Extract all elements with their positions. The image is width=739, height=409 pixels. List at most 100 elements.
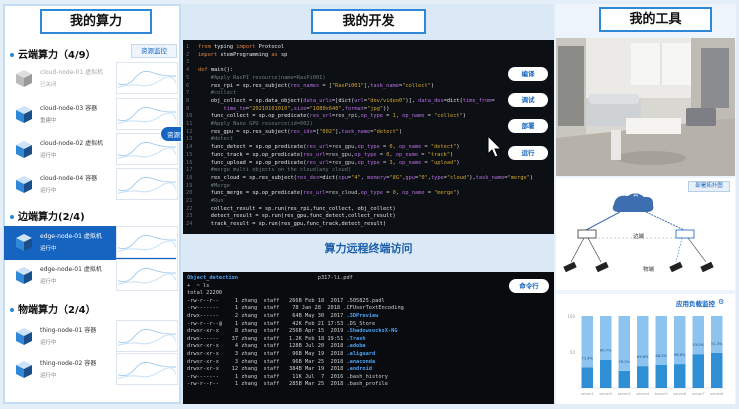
line-number: 16 [186,159,193,166]
gear-icon[interactable]: ⚙ [718,298,724,306]
line-number: 24 [186,221,193,228]
debug-button[interactable]: 调试 [508,93,548,107]
code-token: data_urls [303,97,332,104]
bar-segment [581,367,593,388]
topology-edge-label: 边端 [633,234,645,240]
code-token: op_name [402,113,425,120]
bar-data-label: 60.7% [600,349,612,353]
node-status: 运行中 [40,246,57,252]
line-number: 22 [186,205,193,212]
load-chart: 100 50 71.4% server1 60.7% server2 76.2% server… [567,314,726,396]
code-line: 11 #Apply Nano GPU resource(id=002) [186,121,554,129]
terminal-token: -rw-r--r-- 1 zhang staff 285B Mar 25 201… [187,381,347,388]
code-token: op_type [360,113,383,120]
bar-data-label: 53.0% [693,343,705,347]
terminal-token: -rw------- 1 zhang staff 11K Jul 7 2016 [187,373,347,380]
code-token: res_url [303,151,326,158]
run-button[interactable]: 运行 [508,146,548,160]
code-token: func_detect = sp.op_predicate( [198,144,307,151]
code-token: main(): [210,67,234,74]
code-token: ) [462,113,466,120]
line-number: 2 [186,51,190,58]
terminal-token: drwx------ 37 zhang staff 1.2K Feb 18 19… [187,335,347,342]
bar-segment [692,316,704,355]
command-line-button[interactable]: 命令行 [509,279,549,293]
code-token: =res_rpi, [331,113,361,120]
node-item[interactable]: cloud-node-01 虚拟机 已关闭 [4,62,178,96]
code-token: res_url [306,159,329,166]
node-item[interactable]: thing-node-01 容器 运行中 [4,320,178,354]
deploy-button[interactable]: 部署 [508,119,548,133]
code-token: dict( [446,97,463,104]
code-token: #collect [198,90,237,97]
node-item[interactable]: edge-node-01 虚拟机 运行中 [4,226,178,260]
terminal-token: drwxr-xr-x 4 zhang staff 128B Jul 20 201… [187,343,347,350]
line-number: 17 [186,167,193,174]
code-token: ) [529,174,534,181]
server-icon [16,141,32,158]
code-token: #Apply Nano GPU resource(id=002) [198,121,313,128]
line-number: 6 [186,82,190,89]
node-item[interactable]: cloud-node-04 容器 运行中 [4,168,178,202]
code-token: op_name [398,159,422,166]
x-tick-label: server3 [618,392,631,396]
code-token: Protocol [258,44,285,50]
code-token: func_merge = sp.op_predicate( [198,190,304,197]
code-line: 3 [186,59,554,67]
code-token: op_type [354,151,377,158]
node-item[interactable]: cloud-node-02 虚拟机 运行中 [4,133,178,167]
terminal-token: .adobe [346,343,366,350]
terminal-title: 算力远程终端访问 [324,242,413,255]
terminal-token: drwxr-xr-x 12 zhang staff 384B Mar 19 20… [187,366,347,373]
terminal[interactable]: Object_detection p317-li.pdf + ~ ls total … [183,272,554,404]
code-token: "merge" [434,190,457,197]
topology-graph [563,193,714,273]
code-token: op_name [398,144,422,151]
terminal-line: -rw-r--r-- 1 zhang staff 266B Feb 18 201… [187,298,550,306]
server-icon [16,106,32,123]
code-token: #Apply RasPI resource(name=RasPi001) [198,74,326,81]
code-token: res_gpu = sp.res_subject( [198,128,291,135]
node-sparkline [116,353,178,385]
code-token: task_name [370,82,399,89]
resource-monitor-button[interactable]: 资源监控 [131,44,177,58]
terminal-token: -rw-r--r-- 1 zhang staff 266B Feb 18 201… [187,297,347,304]
bar-segment [637,366,649,388]
code-token: res_cloud = sp.res_subject( [198,174,297,181]
line-number: 7 [186,90,190,97]
code-token: type [430,174,444,181]
bar-data-label: 69.6% [637,355,649,359]
code-token: func_collect = sp.op_predicate( [198,113,310,120]
code-token: res_rpi = sp.res_subject( [198,82,291,89]
node-item[interactable]: cloud-node-03 容器 重建中 [4,98,178,132]
node-status: 运行中 [40,279,57,285]
line-number: 14 [186,144,193,151]
node-name: edge-node-01 虚拟机 [40,233,102,240]
code-token: = [421,159,431,166]
line-number: 3 [186,59,190,66]
bar-data-label: 71.4% [582,356,594,360]
x-tick-label: server5 [655,392,668,396]
code-token: "upload" [430,159,457,166]
terminal-token: drwxr-xr-x 8 zhang staff 256B Apr 15 201… [187,328,347,335]
code-token: "20210101010" [249,105,291,112]
node-item[interactable]: thing-node-02 容器 运行中 [4,353,178,387]
code-token: "collect" [402,82,431,89]
bar-segment [674,364,686,388]
code-token: "8G" [389,174,403,181]
terminal-token: .android [346,366,372,373]
line-number: 8 [186,97,190,104]
node-status: 运行中 [40,340,57,346]
code-line: 2 import stemProgramming as sp [186,52,554,60]
code-line: 19 #Merge [186,183,554,191]
code-token: res_ids [290,128,313,135]
node-name: cloud-node-01 虚拟机 [40,69,104,76]
room-photo [556,38,735,176]
compile-button[interactable]: 编译 [508,67,548,81]
node-status: 已关闭 [40,82,57,88]
node-name: cloud-node-02 虚拟机 [40,140,104,147]
code-token: time_from [462,97,492,104]
node-status: 运行中 [40,188,57,194]
y-tick-label: 50 [570,350,576,355]
node-item[interactable]: edge-node-01 虚拟机 运行中 [4,259,178,293]
